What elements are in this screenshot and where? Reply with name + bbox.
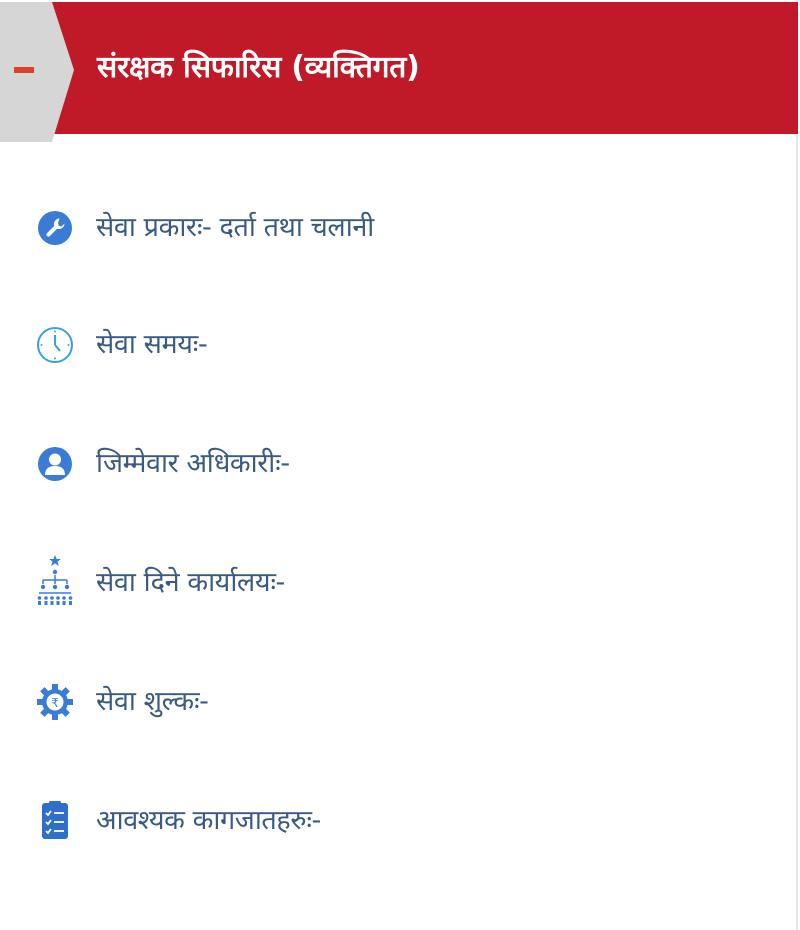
list-item-service-time: सेवा समयः- xyxy=(0,310,760,400)
collapse-toggle[interactable] xyxy=(0,2,74,142)
minus-icon[interactable] xyxy=(0,2,74,142)
service-info-panel: संरक्षक सिफारिस (व्यक्तिगत) सेवा प्रकारः… xyxy=(0,0,798,930)
accordion-header[interactable]: संरक्षक सिफारिस (व्यक्तिगत) xyxy=(0,2,798,142)
list-item-service-office: सेवा दिने कार्यालयः- xyxy=(0,548,760,638)
accordion-title: संरक्षक सिफारिस (व्यक्तिगत) xyxy=(97,50,420,85)
list-item-responsible-officer: जिम्मेवार अधिकारीः- xyxy=(0,429,760,519)
org-chart-icon xyxy=(34,548,76,618)
checklist-icon xyxy=(34,786,76,856)
service-time-label: सेवा समयः- xyxy=(96,329,208,360)
service-office-label: सेवा दिने कार्यालयः- xyxy=(96,567,285,598)
required-documents-label: आवश्यक कागजातहरुः- xyxy=(96,805,321,836)
clock-icon xyxy=(34,310,76,380)
service-fee-label: सेवा शुल्कः- xyxy=(96,686,209,717)
list-item-service-fee: ₹ सेवा शुल्कः- xyxy=(0,667,760,757)
list-item-service-type: सेवा प्रकारः- दर्ता तथा चलानी xyxy=(0,193,760,283)
wrench-icon xyxy=(34,193,76,263)
user-icon xyxy=(34,429,76,499)
list-item-required-documents: आवश्यक कागजातहरुः- xyxy=(0,786,760,876)
svg-text:₹: ₹ xyxy=(51,696,59,710)
rupee-gear-icon: ₹ xyxy=(34,667,76,737)
responsible-officer-label: जिम्मेवार अधिकारीः- xyxy=(96,448,290,479)
service-type-label: सेवा प्रकारः- दर्ता तथा चलानी xyxy=(96,212,374,243)
